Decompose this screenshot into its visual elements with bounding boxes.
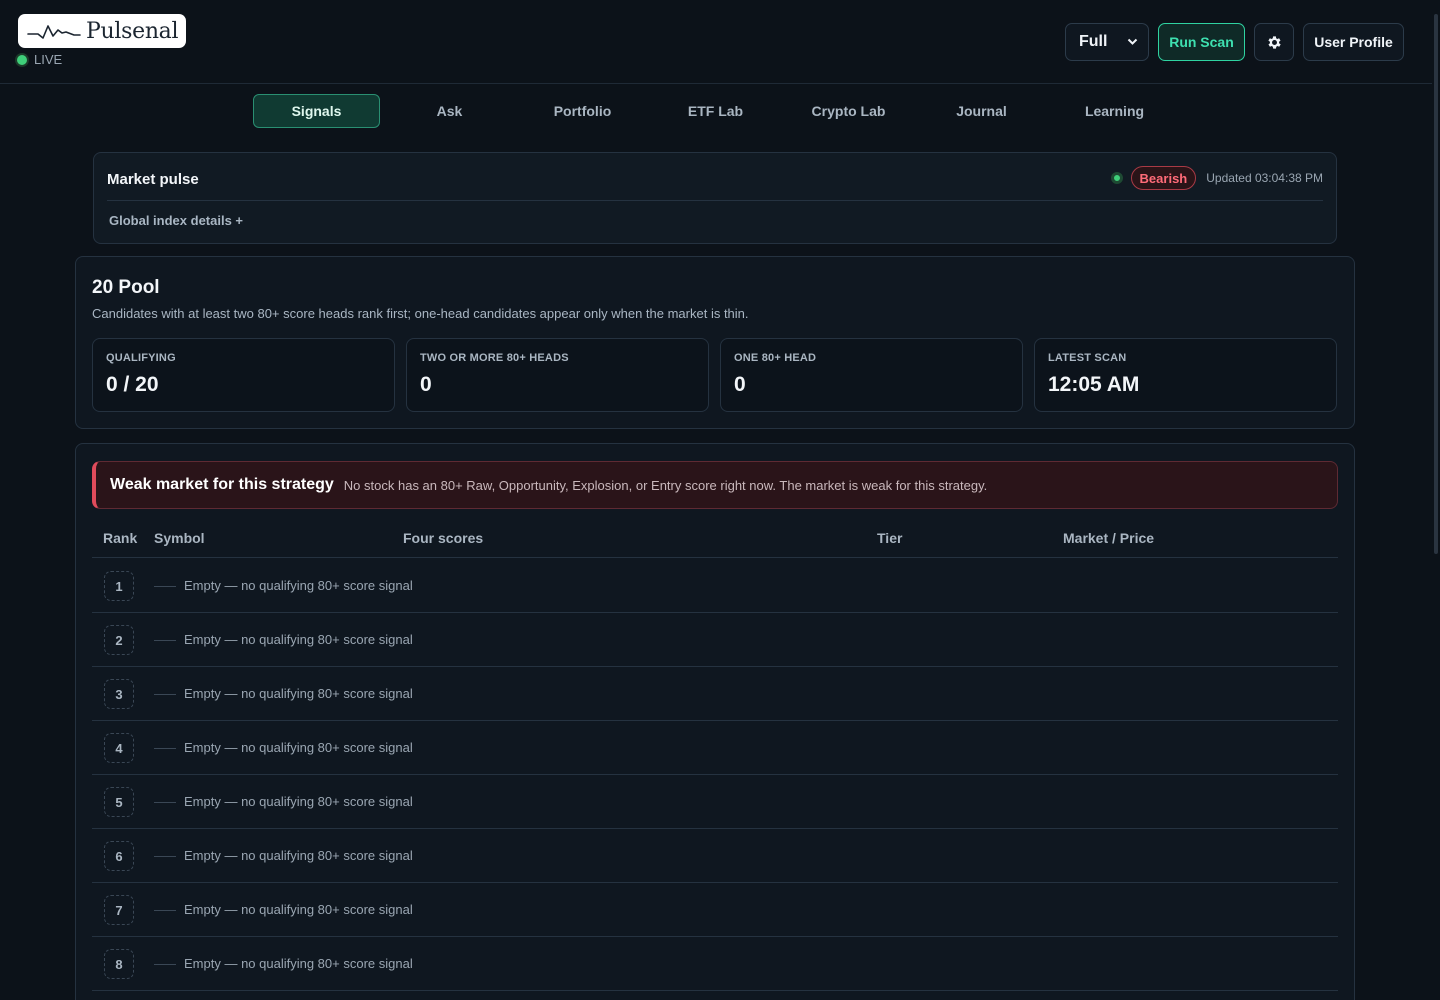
alert-title: Weak market for this strategy	[110, 476, 334, 493]
stat-value: 12:05 AM	[1048, 373, 1140, 396]
market-pulse-status: Bearish Updated 03:04:38 PM	[1110, 166, 1323, 190]
market-pulse-title: Market pulse	[107, 171, 199, 188]
market-pulse-card: Market pulse Bearish Updated 03:04:38 PM…	[93, 152, 1337, 244]
rank-badge: 8	[104, 949, 134, 979]
stat-value: 0 / 20	[106, 373, 159, 396]
mode-select[interactable]: Full	[1065, 23, 1149, 61]
settings-button[interactable]	[1254, 23, 1294, 61]
stat-value: 0	[734, 373, 746, 396]
table-row[interactable]: 7 Empty — no qualifying 80+ score signal	[92, 883, 1338, 937]
status-dot-icon	[1110, 172, 1123, 184]
scrollbar[interactable]	[1432, 0, 1440, 1000]
chevron-down-icon	[1127, 38, 1138, 45]
empty-dash	[154, 964, 176, 965]
rank-badge: 7	[104, 895, 134, 925]
scrollbar-thumb[interactable]	[1434, 14, 1438, 554]
header-controls: Full Run Scan User Profile	[1065, 23, 1404, 61]
stat-latest-scan: LATEST SCAN 12:05 AM	[1034, 338, 1337, 412]
alert-text: No stock has an 80+ Raw, Opportunity, Ex…	[343, 477, 988, 493]
empty-dash	[154, 748, 176, 749]
brand-name: Pulsenal	[86, 18, 179, 44]
column-market-price[interactable]: Market / Price	[1063, 530, 1154, 546]
tab-signals[interactable]: Signals	[253, 94, 380, 128]
empty-dash	[154, 586, 176, 587]
empty-row-text: Empty — no qualifying 80+ score signal	[184, 902, 413, 917]
live-dot-icon	[17, 54, 27, 65]
logo[interactable]: Pulsenal	[18, 14, 186, 48]
live-indicator: LIVE	[17, 52, 62, 67]
signals-card: Weak market for this strategy No stock h…	[75, 443, 1355, 1000]
global-index-details-toggle[interactable]: Global index details +	[109, 213, 243, 228]
table-row[interactable]: 8 Empty — no qualifying 80+ score signal	[92, 937, 1338, 991]
main-tabs: Signals Ask Portfolio ETF Lab Crypto Lab…	[253, 94, 1178, 128]
pool-description: Candidates with at least two 80+ score h…	[92, 306, 749, 321]
pool-card: 20 Pool Candidates with at least two 80+…	[75, 256, 1355, 429]
table-row[interactable]: 3 Empty — no qualifying 80+ score signal	[92, 667, 1338, 721]
table-row[interactable]: 2 Empty — no qualifying 80+ score signal	[92, 613, 1338, 667]
table-row[interactable]: 6 Empty — no qualifying 80+ score signal	[92, 829, 1338, 883]
rank-badge: 6	[104, 841, 134, 871]
rank-badge: 2	[104, 625, 134, 655]
mode-select-value: Full	[1079, 33, 1108, 50]
pulse-wave-icon	[27, 25, 81, 39]
column-symbol[interactable]: Symbol	[154, 530, 205, 546]
weak-market-alert: Weak market for this strategy No stock h…	[92, 461, 1338, 509]
empty-row-text: Empty — no qualifying 80+ score signal	[184, 740, 413, 755]
user-profile-button[interactable]: User Profile	[1303, 23, 1404, 61]
empty-dash	[154, 910, 176, 911]
empty-dash	[154, 694, 176, 695]
empty-row-text: Empty — no qualifying 80+ score signal	[184, 578, 413, 593]
stat-label: QUALIFYING	[106, 352, 176, 364]
empty-row-text: Empty — no qualifying 80+ score signal	[184, 956, 413, 971]
stat-label: ONE 80+ HEAD	[734, 352, 817, 364]
pool-stats: QUALIFYING 0 / 20 TWO OR MORE 80+ HEADS …	[92, 338, 1337, 412]
table-row[interactable]: 1 Empty — no qualifying 80+ score signal	[92, 559, 1338, 613]
empty-row-text: Empty — no qualifying 80+ score signal	[184, 632, 413, 647]
column-rank[interactable]: Rank	[103, 530, 137, 546]
stat-label: LATEST SCAN	[1048, 352, 1127, 364]
tab-ask[interactable]: Ask	[386, 94, 513, 128]
top-bar: Pulsenal LIVE Full Run Scan User Profile	[0, 0, 1432, 84]
stat-value: 0	[420, 373, 432, 396]
empty-row-text: Empty — no qualifying 80+ score signal	[184, 686, 413, 701]
tab-portfolio[interactable]: Portfolio	[519, 94, 646, 128]
run-scan-button[interactable]: Run Scan	[1158, 23, 1245, 61]
tab-crypto-lab[interactable]: Crypto Lab	[785, 94, 912, 128]
divider	[107, 200, 1323, 201]
rank-badge: 3	[104, 679, 134, 709]
column-tier[interactable]: Tier	[877, 530, 902, 546]
empty-row-text: Empty — no qualifying 80+ score signal	[184, 848, 413, 863]
tab-etf-lab[interactable]: ETF Lab	[652, 94, 779, 128]
table-row[interactable]: 4 Empty — no qualifying 80+ score signal	[92, 721, 1338, 775]
pool-title: 20 Pool	[92, 277, 160, 298]
empty-row-text: Empty — no qualifying 80+ score signal	[184, 794, 413, 809]
updated-timestamp: Updated 03:04:38 PM	[1206, 171, 1323, 185]
stat-label: TWO OR MORE 80+ HEADS	[420, 352, 569, 364]
rank-badge: 5	[104, 787, 134, 817]
tab-journal[interactable]: Journal	[918, 94, 1045, 128]
tab-learning[interactable]: Learning	[1051, 94, 1178, 128]
table-header: Rank Symbol Four scores Tier Market / Pr…	[92, 528, 1338, 558]
stat-one-head: ONE 80+ HEAD 0	[720, 338, 1023, 412]
gear-icon	[1267, 35, 1281, 49]
empty-dash	[154, 640, 176, 641]
stat-two-heads: TWO OR MORE 80+ HEADS 0	[406, 338, 709, 412]
sentiment-badge: Bearish	[1130, 166, 1197, 190]
table-row[interactable]: 5 Empty — no qualifying 80+ score signal	[92, 775, 1338, 829]
rank-badge: 1	[104, 571, 134, 601]
rank-badge: 4	[104, 733, 134, 763]
empty-dash	[154, 856, 176, 857]
signal-rows: 1 Empty — no qualifying 80+ score signal…	[92, 559, 1338, 991]
column-four-scores[interactable]: Four scores	[403, 530, 483, 546]
live-label: LIVE	[34, 52, 63, 67]
stat-qualifying: QUALIFYING 0 / 20	[92, 338, 395, 412]
empty-dash	[154, 802, 176, 803]
